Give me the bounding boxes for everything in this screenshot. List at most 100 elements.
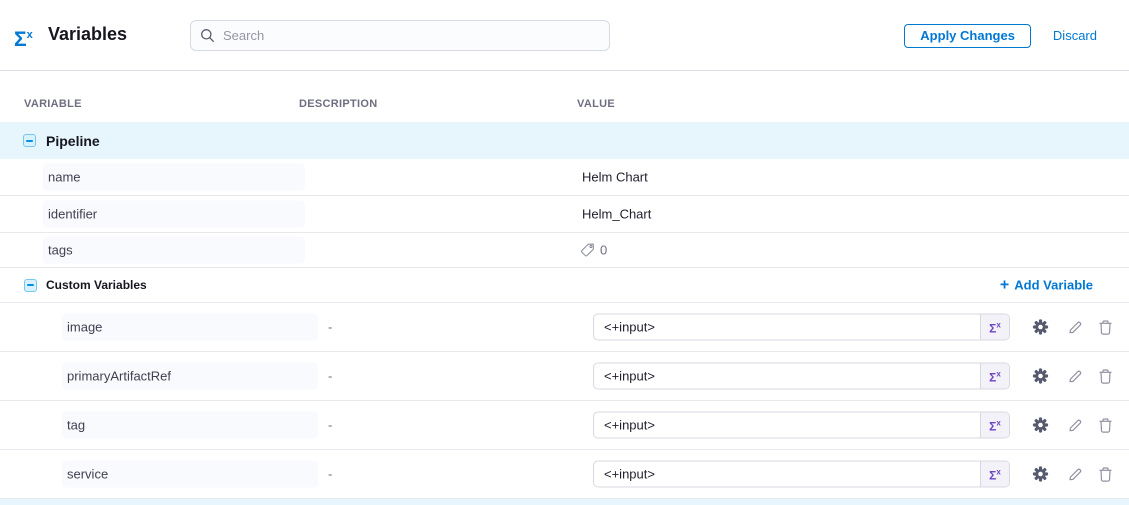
value-area: Σx (593, 363, 1113, 390)
add-variable-label: Add Variable (1014, 278, 1093, 293)
table-row-tag: tag - Σx (0, 401, 1129, 450)
column-header-value: VALUE (577, 98, 615, 110)
value-input-wrap: Σx (593, 314, 1010, 341)
top-bar: Σx Variables Apply Changes Discard (0, 0, 1129, 71)
expression-toggle[interactable]: Σx (980, 462, 1009, 487)
tag-icon (580, 243, 595, 258)
variable-name-pill[interactable]: service (62, 461, 318, 488)
variable-description: - (328, 320, 332, 335)
variable-name: service (67, 467, 108, 482)
table-row-primaryArtifactRef: primaryArtifactRef - Σx (0, 352, 1129, 401)
variable-name-pill[interactable]: tags (43, 237, 305, 264)
variable-name-pill[interactable]: identifier (43, 201, 305, 228)
value-input[interactable] (594, 364, 980, 389)
add-variable-button[interactable]: + Add Variable (1000, 278, 1093, 293)
edit-button[interactable] (1067, 466, 1083, 482)
column-header-variable: VARIABLE (24, 98, 82, 110)
trash-icon (1098, 417, 1113, 433)
value-area: Σx (593, 461, 1113, 488)
delete-button[interactable] (1098, 417, 1113, 433)
sigma-x-icon: Σx (14, 24, 33, 51)
variable-name: tags (48, 243, 73, 258)
edit-button[interactable] (1067, 368, 1083, 384)
search-input[interactable] (190, 20, 610, 51)
variable-name: tag (67, 418, 85, 433)
delete-button[interactable] (1098, 319, 1113, 335)
pencil-icon (1067, 466, 1083, 482)
variable-name-pill[interactable]: name (43, 164, 305, 191)
sigma-x-icon: Σx (989, 320, 1001, 335)
variable-name-pill[interactable]: image (62, 314, 318, 341)
discard-link[interactable]: Discard (1053, 28, 1097, 43)
variable-value: Helm_Chart (582, 207, 651, 222)
sigma-glyph: Σ (14, 28, 27, 51)
trash-icon (1098, 368, 1113, 384)
value-area: Σx (593, 412, 1113, 439)
table-row-service: service - Σx (0, 450, 1129, 499)
collapse-minus-icon[interactable] (24, 279, 37, 292)
header-actions: Apply Changes Discard (904, 0, 1097, 71)
pipeline-section-header: Pipeline (0, 122, 1129, 159)
variable-description: - (328, 467, 332, 482)
variables-panel: Σx Variables Apply Changes Discard VARIA… (0, 0, 1129, 505)
value-area: Σx (593, 314, 1113, 341)
variable-name: name (48, 170, 81, 185)
table-header-row: VARIABLE DESCRIPTION VALUE (0, 71, 1129, 122)
trash-icon (1098, 466, 1113, 482)
search-box (190, 20, 610, 51)
variable-name: identifier (48, 207, 97, 222)
next-section-row-partial (0, 499, 1129, 505)
value-input[interactable] (594, 462, 980, 487)
tags-value: 0 (580, 243, 607, 258)
custom-variables-label: Custom Variables (46, 278, 147, 292)
pipeline-section-label: Pipeline (46, 133, 100, 149)
page-title: Variables (48, 24, 127, 45)
value-input-wrap: Σx (593, 461, 1010, 488)
variable-name-pill[interactable]: tag (62, 412, 318, 439)
variable-value: Helm Chart (582, 170, 648, 185)
pencil-icon (1067, 417, 1083, 433)
delete-button[interactable] (1098, 466, 1113, 482)
plus-icon: + (1000, 278, 1009, 292)
table-row-name: name Helm Chart (0, 159, 1129, 196)
sigma-x-icon: Σx (989, 467, 1001, 482)
collapse-minus-icon[interactable] (23, 134, 36, 147)
search-icon (200, 28, 215, 43)
trash-icon (1098, 319, 1113, 335)
expression-toggle[interactable]: Σx (980, 315, 1009, 340)
custom-variables-section-header: Custom Variables + Add Variable (0, 268, 1129, 303)
value-input-wrap: Σx (593, 363, 1010, 390)
value-input[interactable] (594, 413, 980, 438)
edit-button[interactable] (1067, 319, 1083, 335)
edit-button[interactable] (1067, 417, 1083, 433)
gear-icon (1032, 368, 1049, 385)
variable-name-pill[interactable]: primaryArtifactRef (62, 363, 318, 390)
gear-icon (1032, 466, 1049, 483)
pencil-icon (1067, 319, 1083, 335)
apply-changes-button[interactable]: Apply Changes (904, 24, 1031, 48)
variable-description: - (328, 369, 332, 384)
settings-button[interactable] (1032, 417, 1049, 434)
sigma-sup-glyph: x (27, 29, 33, 41)
column-header-description: DESCRIPTION (299, 98, 377, 110)
expression-toggle[interactable]: Σx (980, 364, 1009, 389)
settings-button[interactable] (1032, 466, 1049, 483)
value-input[interactable] (594, 315, 980, 340)
expression-toggle[interactable]: Σx (980, 413, 1009, 438)
sigma-x-icon: Σx (989, 418, 1001, 433)
sigma-x-icon: Σx (989, 369, 1001, 384)
pencil-icon (1067, 368, 1083, 384)
variable-name: image (67, 320, 102, 335)
gear-icon (1032, 319, 1049, 336)
settings-button[interactable] (1032, 319, 1049, 336)
tags-count: 0 (600, 243, 607, 258)
table-row-identifier: identifier Helm_Chart (0, 196, 1129, 233)
variable-description: - (328, 418, 332, 433)
table-row-tags: tags 0 (0, 233, 1129, 268)
table-row-image: image - Σx (0, 303, 1129, 352)
delete-button[interactable] (1098, 368, 1113, 384)
variable-name: primaryArtifactRef (67, 369, 171, 384)
settings-button[interactable] (1032, 368, 1049, 385)
gear-icon (1032, 417, 1049, 434)
value-input-wrap: Σx (593, 412, 1010, 439)
